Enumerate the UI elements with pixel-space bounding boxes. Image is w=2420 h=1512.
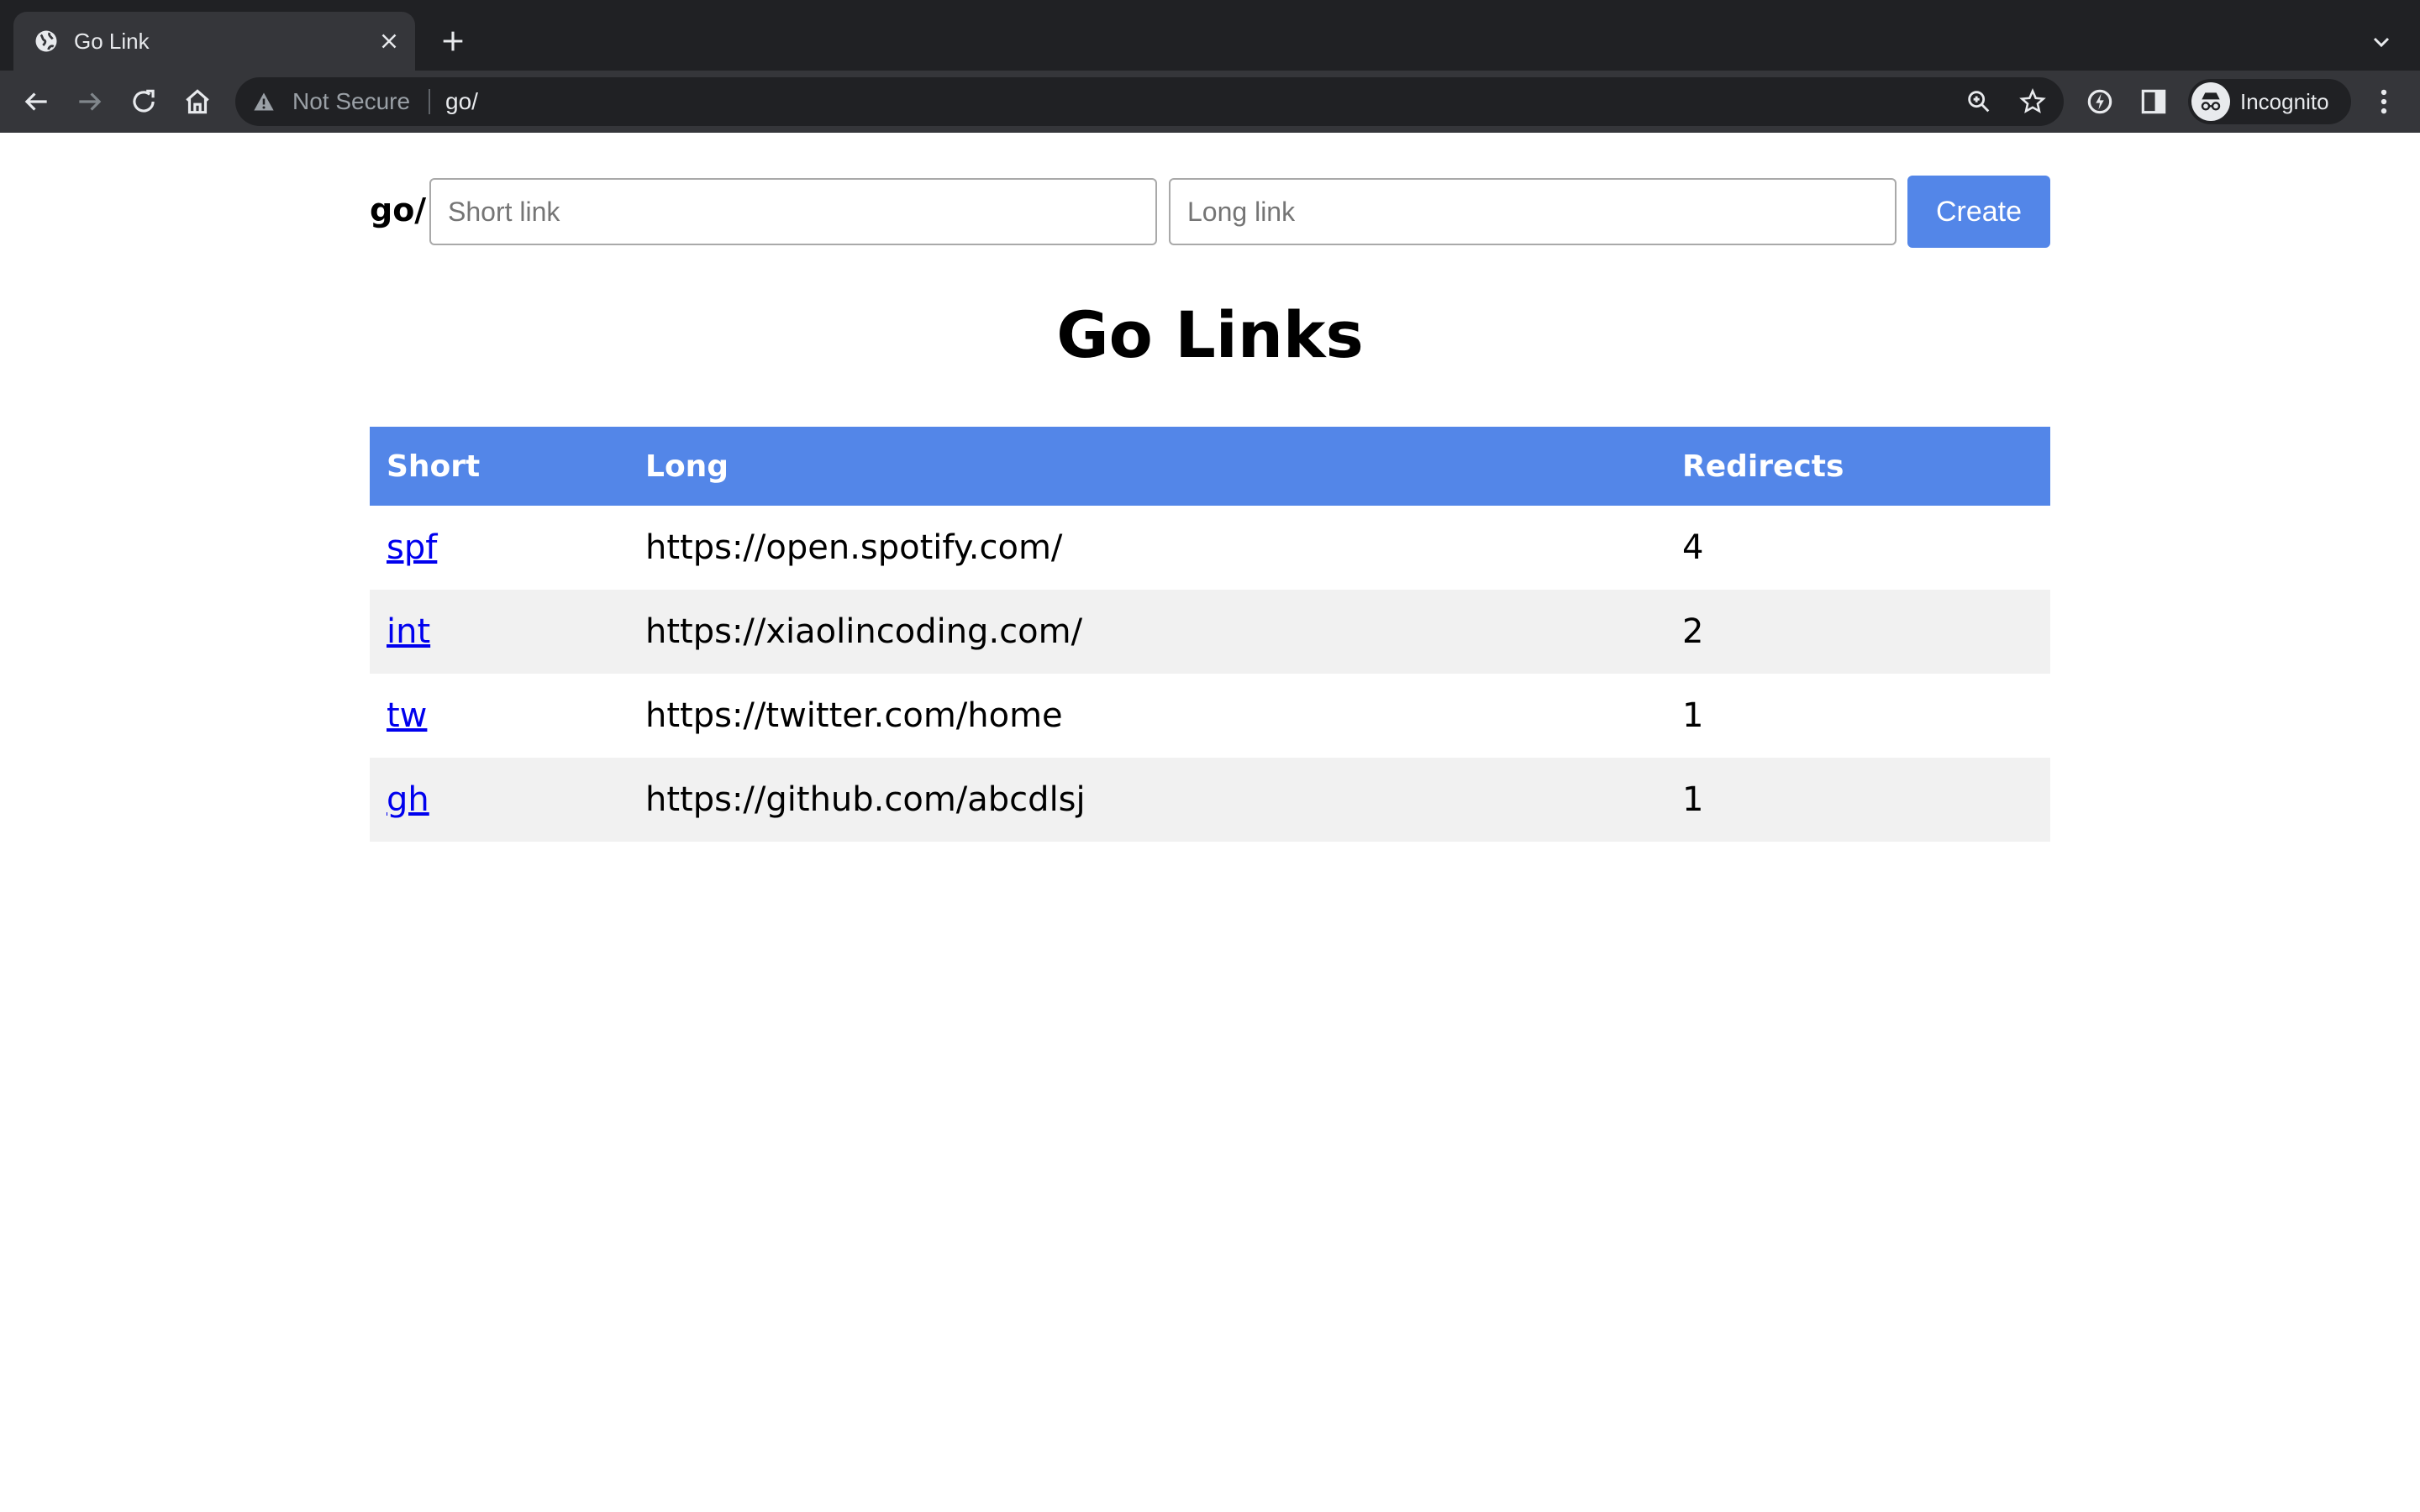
redirects-cell: 2: [1665, 590, 2050, 674]
address-bar[interactable]: Not Secure go/: [235, 77, 2064, 126]
tab-strip: Go Link: [0, 0, 2420, 71]
forward-icon[interactable]: [74, 86, 106, 118]
avatar: [2191, 82, 2230, 121]
column-header-long: Long: [629, 427, 1665, 506]
short-cell: spf: [370, 506, 629, 590]
table-row: spf https://open.spotify.com/ 4: [370, 506, 2050, 590]
short-link[interactable]: spf: [387, 528, 437, 567]
redirects-cell: 4: [1682, 528, 1704, 567]
page-title: Go Links: [1056, 297, 1364, 372]
links-table: Short Long Redirects spf https://open.sp…: [370, 427, 2050, 842]
home-icon[interactable]: [182, 86, 213, 118]
short-link[interactable]: tw: [387, 696, 427, 735]
profile-chip[interactable]: Incognito: [2188, 79, 2351, 124]
globe-icon: [35, 30, 57, 52]
menu-icon[interactable]: [2368, 86, 2400, 118]
short-link[interactable]: gh: [387, 780, 429, 819]
table-header-row: Short Long Redirects: [370, 427, 2050, 506]
tab-title: Go Link: [74, 29, 150, 54]
extension-icon[interactable]: [2084, 86, 2116, 118]
long-url-cell: https://github.com/abcdlsj: [629, 758, 1665, 842]
side-panel-icon[interactable]: [2138, 86, 2170, 118]
long-url-cell: https://xiaolincoding.com/: [629, 590, 1665, 674]
column-header-redirects: Redirects: [1665, 427, 2050, 506]
redirects-cell: 1: [1665, 758, 2050, 842]
chevron-down-icon[interactable]: [2368, 29, 2395, 55]
long-link-input[interactable]: [1169, 178, 1897, 245]
back-icon[interactable]: [20, 86, 52, 118]
zoom-icon[interactable]: [1965, 87, 1993, 116]
reload-icon[interactable]: [128, 86, 160, 118]
url-text[interactable]: go/: [445, 88, 478, 115]
security-label[interactable]: Not Secure: [292, 88, 410, 115]
form-prefix: go/: [370, 192, 427, 228]
omnibox-divider: [429, 89, 430, 114]
profile-label: Incognito: [2240, 89, 2329, 114]
long-url-cell: https://open.spotify.com/: [645, 528, 1063, 567]
incognito-icon: [2201, 92, 2221, 111]
short-link[interactable]: int: [387, 612, 430, 651]
warning-icon[interactable]: [252, 90, 276, 113]
redirects-cell: 1: [1682, 696, 1704, 735]
table-row: int https://xiaolincoding.com/ 2: [370, 590, 2050, 674]
browser-tab[interactable]: Go Link: [13, 12, 415, 71]
table-row: tw https://twitter.com/home 1: [370, 674, 2050, 758]
star-icon[interactable]: [2018, 87, 2047, 116]
page-content: go/ Create Go Links Short Long Redirects…: [0, 133, 2420, 1512]
long-url-cell: https://twitter.com/home: [645, 696, 1063, 735]
close-icon[interactable]: [376, 29, 402, 54]
create-button[interactable]: Create: [1907, 176, 2050, 248]
column-header-short: Short: [370, 427, 629, 506]
browser-toolbar: Not Secure go/ Incognito: [0, 71, 2420, 133]
short-cell: int: [370, 590, 629, 674]
table-row: gh https://github.com/abcdlsj 1: [370, 758, 2050, 842]
short-cell: tw: [370, 674, 629, 758]
short-cell: gh: [370, 758, 629, 842]
plus-icon[interactable]: [439, 27, 467, 55]
short-link-input[interactable]: [429, 178, 1157, 245]
